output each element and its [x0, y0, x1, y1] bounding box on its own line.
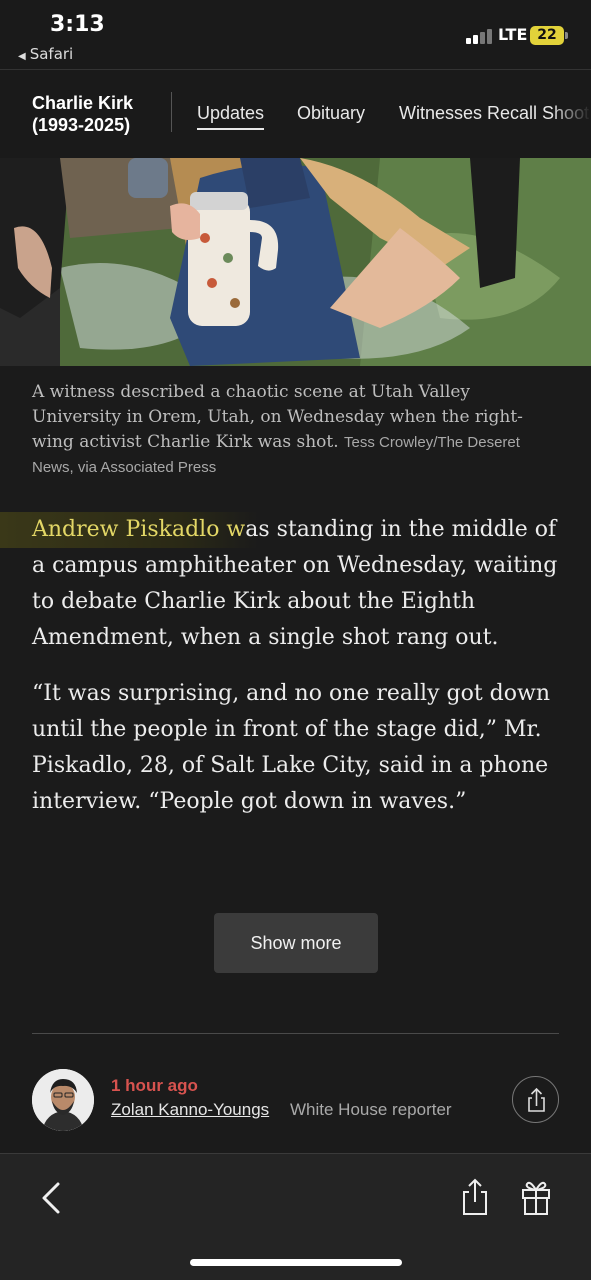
- gift-icon[interactable]: [518, 1176, 554, 1218]
- update-time: 1 hour ago: [111, 1076, 198, 1095]
- highlighted-text[interactable]: Andrew Piskadlo w: [32, 517, 245, 542]
- photo-caption: A witness described a chaotic scene at U…: [32, 380, 562, 480]
- paragraph-1: Andrew Piskadlo was standing in the midd…: [32, 512, 567, 656]
- battery-tip: [565, 32, 568, 39]
- tab-obituary[interactable]: Obituary: [297, 103, 365, 124]
- section-divider: [32, 1033, 559, 1034]
- signal-icon: [466, 28, 494, 44]
- network-label: LTE: [498, 25, 528, 44]
- share-icon[interactable]: [458, 1176, 492, 1218]
- photo-illustration: [0, 158, 591, 366]
- author-role: White House reporter: [290, 1100, 452, 1119]
- article-body: Andrew Piskadlo was standing in the midd…: [32, 512, 567, 840]
- avatar[interactable]: [32, 1069, 94, 1131]
- tab-updates[interactable]: Updates: [197, 103, 265, 130]
- story-title-line2: (1993-2025): [32, 115, 131, 135]
- back-to-app-link[interactable]: ◀ Safari: [18, 45, 73, 63]
- author-link[interactable]: Zolan Kanno-Youngs: [111, 1100, 269, 1120]
- show-more-button[interactable]: Show more: [214, 913, 378, 973]
- home-indicator[interactable]: [190, 1259, 402, 1266]
- nav-divider: [171, 92, 172, 132]
- share-icon: [528, 1087, 545, 1112]
- status-bar: 3:13 ◀ Safari LTE 22: [0, 0, 591, 70]
- author-portrait: [32, 1069, 94, 1131]
- nav-fade: [551, 70, 591, 158]
- battery-icon: 22: [530, 26, 564, 45]
- back-app-label: Safari: [29, 45, 74, 63]
- back-icon[interactable]: [36, 1178, 66, 1218]
- story-title-line1: Charlie Kirk: [32, 93, 134, 113]
- article-photo[interactable]: [0, 158, 591, 366]
- status-time: 3:13: [50, 12, 105, 37]
- paragraph-2: “It was surprising, and no one really go…: [32, 681, 551, 814]
- section-nav: Charlie Kirk (1993-2025) Updates Obituar…: [0, 70, 591, 158]
- share-update-button[interactable]: [512, 1076, 559, 1123]
- story-title[interactable]: Charlie Kirk (1993-2025): [32, 92, 133, 136]
